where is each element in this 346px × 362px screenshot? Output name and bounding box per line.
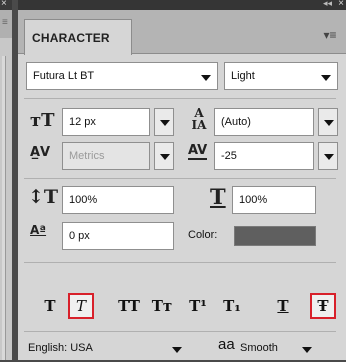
kerning-value: Metrics <box>69 150 105 162</box>
adjacent-panel-edge: × ≡ <box>0 0 12 360</box>
kerning-input[interactable]: Metrics <box>62 142 150 170</box>
subscript-button[interactable]: T₁ <box>218 295 246 317</box>
leading-dropdown[interactable] <box>318 108 338 136</box>
tracking-input[interactable]: -25 <box>214 142 314 170</box>
underline-button[interactable]: T <box>272 295 294 317</box>
horizontal-scale-value: 100% <box>239 194 268 206</box>
collapse-icon[interactable]: ◂◂ <box>323 0 332 9</box>
antialias-icon: aa <box>218 336 235 353</box>
adjacent-close-icon[interactable]: × <box>1 0 7 9</box>
chevron-down-icon <box>324 154 334 160</box>
font-family-value: Futura Lt BT <box>33 70 95 82</box>
antialias-select[interactable]: Smooth <box>240 342 332 362</box>
chevron-down-icon <box>172 347 182 353</box>
chevron-down-icon <box>160 154 170 160</box>
vertical-scale-icon: ↕T <box>28 186 59 208</box>
adjacent-menu-icon[interactable]: ≡ <box>2 17 8 28</box>
tracking-dropdown[interactable] <box>318 142 338 170</box>
horizontal-scale-icon: T <box>210 184 226 209</box>
faux-bold-button[interactable]: T <box>40 295 60 317</box>
leading-value: (Auto) <box>221 116 251 128</box>
baseline-shift-value: 0 px <box>69 230 90 242</box>
tab-character-label: CHARACTER <box>32 31 110 45</box>
horizontal-scale-input[interactable]: 100% <box>232 186 316 214</box>
strikethrough-button[interactable]: Ŧ <box>312 295 334 317</box>
divider <box>24 178 336 179</box>
font-style-value: Light <box>231 70 255 82</box>
baseline-shift-input[interactable]: 0 px <box>62 222 174 250</box>
chevron-down-icon <box>201 75 211 81</box>
divider <box>24 262 336 263</box>
baseline-shift-icon: Aª <box>30 223 47 237</box>
color-label: Color: <box>188 229 218 241</box>
faux-italic-button[interactable]: T <box>70 295 92 317</box>
vertical-scale-input[interactable]: 100% <box>62 186 174 214</box>
font-size-input[interactable]: 12 px <box>62 108 150 136</box>
antialias-value: Smooth <box>240 342 278 354</box>
font-size-value: 12 px <box>69 116 96 128</box>
leading-input[interactable]: (Auto) <box>214 108 314 136</box>
tracking-icon: AV <box>188 143 208 160</box>
small-caps-button[interactable]: Tт <box>148 295 176 317</box>
text-color-swatch[interactable] <box>234 226 316 246</box>
close-icon[interactable]: × <box>338 0 344 9</box>
font-family-select[interactable]: Futura Lt BT <box>26 62 218 90</box>
vertical-scale-value: 100% <box>69 194 98 206</box>
adjacent-panel-column <box>2 56 6 360</box>
language-select[interactable]: English: USA <box>28 342 184 362</box>
divider <box>24 98 336 99</box>
chevron-down-icon <box>160 120 170 126</box>
tracking-value: -25 <box>221 150 237 162</box>
font-size-icon: ᴛT <box>30 110 55 131</box>
leading-icon: A IA <box>191 106 207 132</box>
all-caps-button[interactable]: TT <box>114 295 144 317</box>
font-size-dropdown[interactable] <box>154 108 174 136</box>
superscript-button[interactable]: T¹ <box>184 295 212 317</box>
panel-titlebar <box>18 0 346 10</box>
chevron-down-icon <box>302 347 312 353</box>
panel-menu-icon[interactable]: ▾≡ <box>322 28 338 42</box>
chevron-down-icon <box>324 120 334 126</box>
chevron-down-icon <box>321 75 331 81</box>
character-panel: ◂◂ × CHARACTER ▾≡ Futura Lt BT Light ᴛT … <box>18 0 346 360</box>
divider <box>24 331 336 332</box>
kerning-icon: A̲V <box>30 145 51 160</box>
kerning-dropdown[interactable] <box>154 142 174 170</box>
font-style-select[interactable]: Light <box>224 62 338 90</box>
language-value: English: USA <box>28 342 93 354</box>
